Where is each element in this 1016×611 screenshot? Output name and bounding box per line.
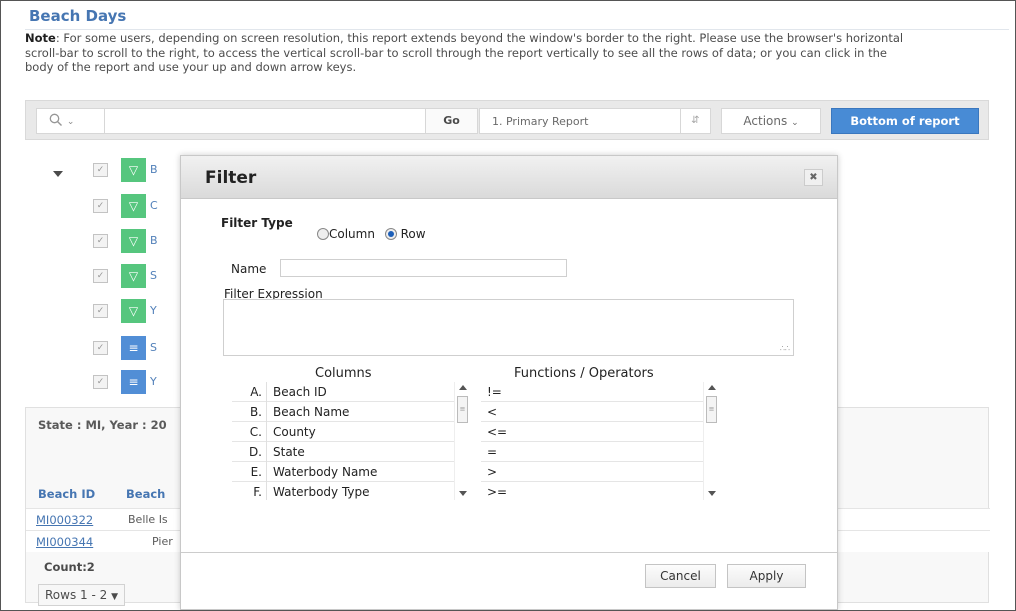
column-letter: D. xyxy=(248,445,262,459)
apply-button[interactable]: Apply xyxy=(727,564,806,588)
column-option[interactable]: C. County xyxy=(232,422,454,442)
radio-column-label: Column xyxy=(329,227,375,241)
column-letter: A. xyxy=(250,385,262,399)
columns-scrollbar[interactable]: ≡ xyxy=(454,382,470,500)
column-letter: C. xyxy=(249,425,262,439)
cell-divider xyxy=(266,382,267,402)
operator-option[interactable]: != xyxy=(481,382,703,402)
columns-header: Columns xyxy=(315,366,372,381)
filter-dialog: Filter ✖ Filter Type Column Row Name Fil… xyxy=(180,155,838,610)
scroll-down-icon[interactable] xyxy=(708,491,716,496)
column-letter: B. xyxy=(249,405,262,419)
operator-option[interactable]: >= xyxy=(481,482,703,500)
column-name: State xyxy=(273,445,305,459)
cell-divider xyxy=(266,482,267,500)
dialog-header: Filter ✖ xyxy=(181,156,837,199)
scroll-thumb[interactable]: ≡ xyxy=(457,396,468,423)
operator-symbol: >= xyxy=(487,485,508,499)
scroll-up-icon[interactable] xyxy=(459,385,467,390)
column-letter: E. xyxy=(250,465,262,479)
operator-option[interactable]: = xyxy=(481,442,703,462)
cell-divider xyxy=(266,442,267,462)
column-name: Beach Name xyxy=(273,405,350,419)
filter-expression-field[interactable]: ∴∴ xyxy=(223,299,794,356)
cell-divider xyxy=(266,402,267,422)
radio-row[interactable] xyxy=(384,228,397,240)
close-icon[interactable]: ✖ xyxy=(804,169,823,186)
cell-divider xyxy=(266,462,267,482)
name-field[interactable] xyxy=(280,259,567,277)
operators-list: != < <= = > >= xyxy=(481,382,703,500)
column-name: County xyxy=(273,425,316,439)
operator-symbol: > xyxy=(487,465,498,479)
column-name: Waterbody Type xyxy=(273,485,370,499)
column-option[interactable]: F. Waterbody Type xyxy=(232,482,454,500)
operator-option[interactable]: > xyxy=(481,462,703,482)
scroll-down-icon[interactable] xyxy=(459,491,467,496)
radio-row-label: Row xyxy=(400,227,426,241)
cell-divider xyxy=(266,422,267,442)
columns-list: A. Beach ID B. Beach Name C. County D. State E. W… xyxy=(232,382,454,500)
operators-scrollbar[interactable]: ≡ xyxy=(703,382,719,500)
column-option[interactable]: D. State xyxy=(232,442,454,462)
scroll-up-icon[interactable] xyxy=(708,385,716,390)
operator-option[interactable]: <= xyxy=(481,422,703,442)
operator-symbol: <= xyxy=(487,425,508,439)
cancel-button[interactable]: Cancel xyxy=(645,564,716,588)
report-page: Beach Days Note: For some users, dependi… xyxy=(0,0,1016,611)
operator-symbol: = xyxy=(487,445,498,459)
operator-symbol: < xyxy=(487,405,498,419)
resize-grip-icon[interactable]: ∴∴ xyxy=(780,344,790,353)
column-option[interactable]: B. Beach Name xyxy=(232,402,454,422)
column-option[interactable]: E. Waterbody Name xyxy=(232,462,454,482)
column-letter: F. xyxy=(253,485,262,499)
operator-symbol: != xyxy=(487,385,502,399)
filter-type-radio-group: Column Row xyxy=(317,227,426,241)
column-name: Waterbody Name xyxy=(273,465,378,479)
operator-option[interactable]: < xyxy=(481,402,703,422)
footer-divider xyxy=(181,552,837,553)
column-name: Beach ID xyxy=(273,385,327,399)
column-option[interactable]: A. Beach ID xyxy=(232,382,454,402)
filter-type-label: Filter Type xyxy=(221,216,293,230)
dialog-title: Filter xyxy=(205,168,257,188)
radio-column[interactable] xyxy=(317,228,329,240)
functions-header: Functions / Operators xyxy=(514,366,654,381)
scroll-thumb[interactable]: ≡ xyxy=(706,396,717,423)
name-label: Name xyxy=(231,262,267,276)
